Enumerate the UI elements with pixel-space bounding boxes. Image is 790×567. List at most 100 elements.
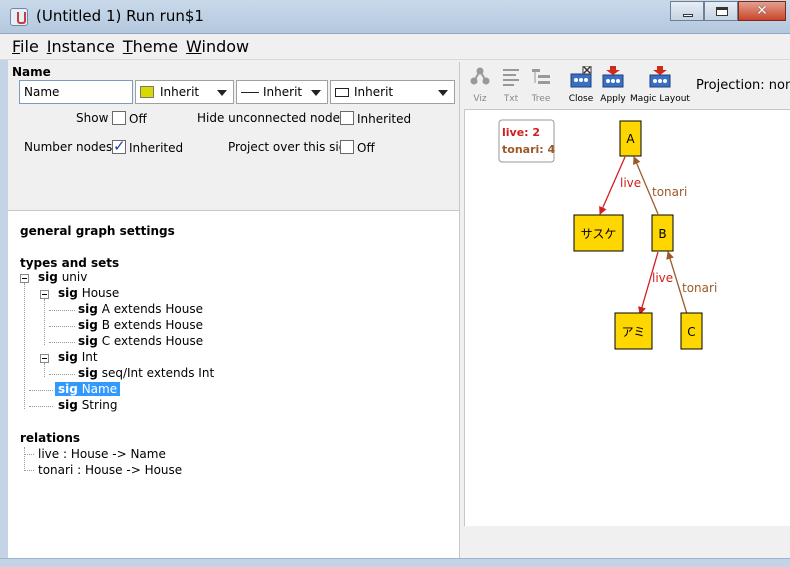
- menu-file[interactable]: File: [12, 37, 39, 56]
- show-checkbox[interactable]: [112, 111, 126, 125]
- minimize-button[interactable]: [670, 1, 704, 21]
- color-combo[interactable]: Inherit: [135, 80, 234, 104]
- collapse-house-icon[interactable]: [40, 290, 49, 299]
- number-nodes-checkbox[interactable]: [112, 137, 126, 155]
- tree-item-int[interactable]: sig Int: [58, 350, 98, 364]
- menu-theme[interactable]: Theme: [123, 37, 178, 56]
- tree-button[interactable]: Tree: [528, 66, 554, 104]
- graph-status-area: [462, 526, 790, 558]
- graph-icon: [470, 67, 490, 85]
- tree-item-b[interactable]: sig B extends House: [78, 318, 203, 332]
- types-header: types and sets: [20, 256, 120, 270]
- relation-live[interactable]: live : House -> Name: [38, 447, 166, 461]
- magic-layout-button[interactable]: Magic Layout: [630, 66, 690, 104]
- edge-label-tonari-2: tonari: [682, 281, 717, 295]
- project-checkbox[interactable]: [340, 140, 354, 154]
- svg-text:サスケ: サスケ: [581, 227, 617, 241]
- viz-button[interactable]: Viz: [467, 66, 493, 104]
- node-a[interactable]: A: [619, 120, 642, 157]
- tree-item-seqint[interactable]: sig seq/Int extends Int: [78, 366, 214, 380]
- maximize-icon: [716, 7, 728, 16]
- rectangle-shape-icon: [335, 87, 349, 97]
- collapse-univ-icon[interactable]: [20, 274, 29, 283]
- name-field[interactable]: [19, 80, 133, 104]
- svg-text:C: C: [687, 325, 695, 339]
- show-value: Off: [129, 112, 147, 126]
- tree-connector: [24, 447, 25, 469]
- graph-legend: live: 2 tonari: 4: [498, 119, 555, 163]
- node-sasuke[interactable]: サスケ: [573, 214, 624, 252]
- tree-icon: [532, 69, 550, 84]
- relation-tonari[interactable]: tonari : House -> House: [38, 463, 182, 477]
- edge-label-tonari-1: tonari: [652, 185, 687, 199]
- close-theme-icon: [570, 65, 592, 88]
- window-controls: ✕: [670, 1, 786, 21]
- tree-item-house[interactable]: sig House: [58, 286, 119, 300]
- tree-item-c[interactable]: sig C extends House: [78, 334, 203, 348]
- tree-item-name-selected[interactable]: sig Name: [55, 382, 121, 396]
- collapse-int-icon[interactable]: [40, 354, 49, 363]
- tree-connector: [44, 299, 45, 345]
- number-nodes-label: Number nodes: [24, 140, 113, 154]
- project-value: Off: [357, 141, 375, 155]
- graph-canvas[interactable]: live: 2 tonari: 4 live tonari live tonar…: [464, 109, 790, 526]
- node-settings-panel: Name Inherit Inherit Inherit Show Off Hi…: [8, 62, 460, 210]
- tree-item-univ[interactable]: sig univ: [38, 270, 87, 284]
- java-app-icon: [10, 8, 28, 26]
- relations-header: relations: [20, 431, 81, 445]
- window-frame-bottom: [0, 558, 790, 567]
- tree-connector: [49, 326, 75, 327]
- close-button[interactable]: ✕: [738, 1, 786, 21]
- color-swatch: [140, 86, 154, 98]
- shape-combo[interactable]: Inherit: [330, 80, 455, 104]
- tree-connector: [49, 310, 75, 311]
- maximize-button[interactable]: [704, 1, 738, 21]
- viz-toolbar: Viz Txt Tree Close Apply Magic Layout Pr…: [462, 62, 790, 108]
- apply-icon: [602, 66, 624, 88]
- node-b[interactable]: B: [651, 214, 674, 252]
- tree-connector: [49, 342, 75, 343]
- chevron-down-icon: [311, 90, 321, 96]
- graph-svg[interactable]: live: 2 tonari: 4 live tonari live tonar…: [465, 110, 790, 527]
- hide-unconnected-value: Inherited: [357, 112, 412, 126]
- tree-item-a[interactable]: sig A extends House: [78, 302, 203, 316]
- close-theme-button[interactable]: Close: [567, 65, 595, 104]
- tree-connector: [49, 374, 75, 375]
- apply-button[interactable]: Apply: [599, 66, 627, 104]
- project-label: Project over this sig: [228, 140, 347, 154]
- close-icon: ✕: [756, 3, 768, 19]
- txt-button[interactable]: Txt: [498, 66, 524, 104]
- magic-layout-icon: [649, 66, 671, 88]
- tree-connector: [24, 283, 25, 409]
- tree-connector: [24, 454, 34, 455]
- window-title: (Untitled 1) Run run$1: [36, 7, 204, 25]
- node-c[interactable]: C: [680, 312, 703, 350]
- tree-connector: [29, 406, 53, 407]
- theme-tree-panel: general graph settings types and sets si…: [8, 210, 460, 558]
- menu-window[interactable]: Window: [186, 37, 249, 56]
- line-style-icon: [241, 91, 259, 93]
- number-nodes-value: Inherited: [129, 141, 184, 155]
- legend-live: live: 2: [502, 126, 540, 139]
- chevron-down-icon: [217, 90, 227, 96]
- tree-item-string[interactable]: sig String: [58, 398, 118, 412]
- menu-instance[interactable]: Instance: [47, 37, 115, 56]
- window-frame-left: [0, 60, 8, 558]
- legend-tonari: tonari: 4: [502, 143, 555, 156]
- svg-text:B: B: [658, 227, 666, 241]
- minimize-icon: [683, 14, 693, 17]
- projection-label[interactable]: Projection: none: [696, 78, 790, 93]
- line-style-combo[interactable]: Inherit: [236, 80, 328, 104]
- menu-bar: File Instance Theme Window: [0, 34, 790, 60]
- hide-unconnected-checkbox[interactable]: [340, 111, 354, 125]
- chevron-down-icon: [438, 90, 448, 96]
- general-settings-item[interactable]: general graph settings: [20, 224, 175, 238]
- svg-text:アミ: アミ: [622, 325, 646, 339]
- title-bar: (Untitled 1) Run run$1 ✕: [0, 0, 790, 34]
- node-ami[interactable]: アミ: [614, 312, 653, 350]
- tree-connector: [24, 470, 34, 471]
- show-label: Show: [76, 111, 109, 125]
- edge-label-live-1: live: [620, 176, 641, 190]
- name-label: Name: [12, 65, 51, 79]
- edge-label-live-2: live: [652, 271, 673, 285]
